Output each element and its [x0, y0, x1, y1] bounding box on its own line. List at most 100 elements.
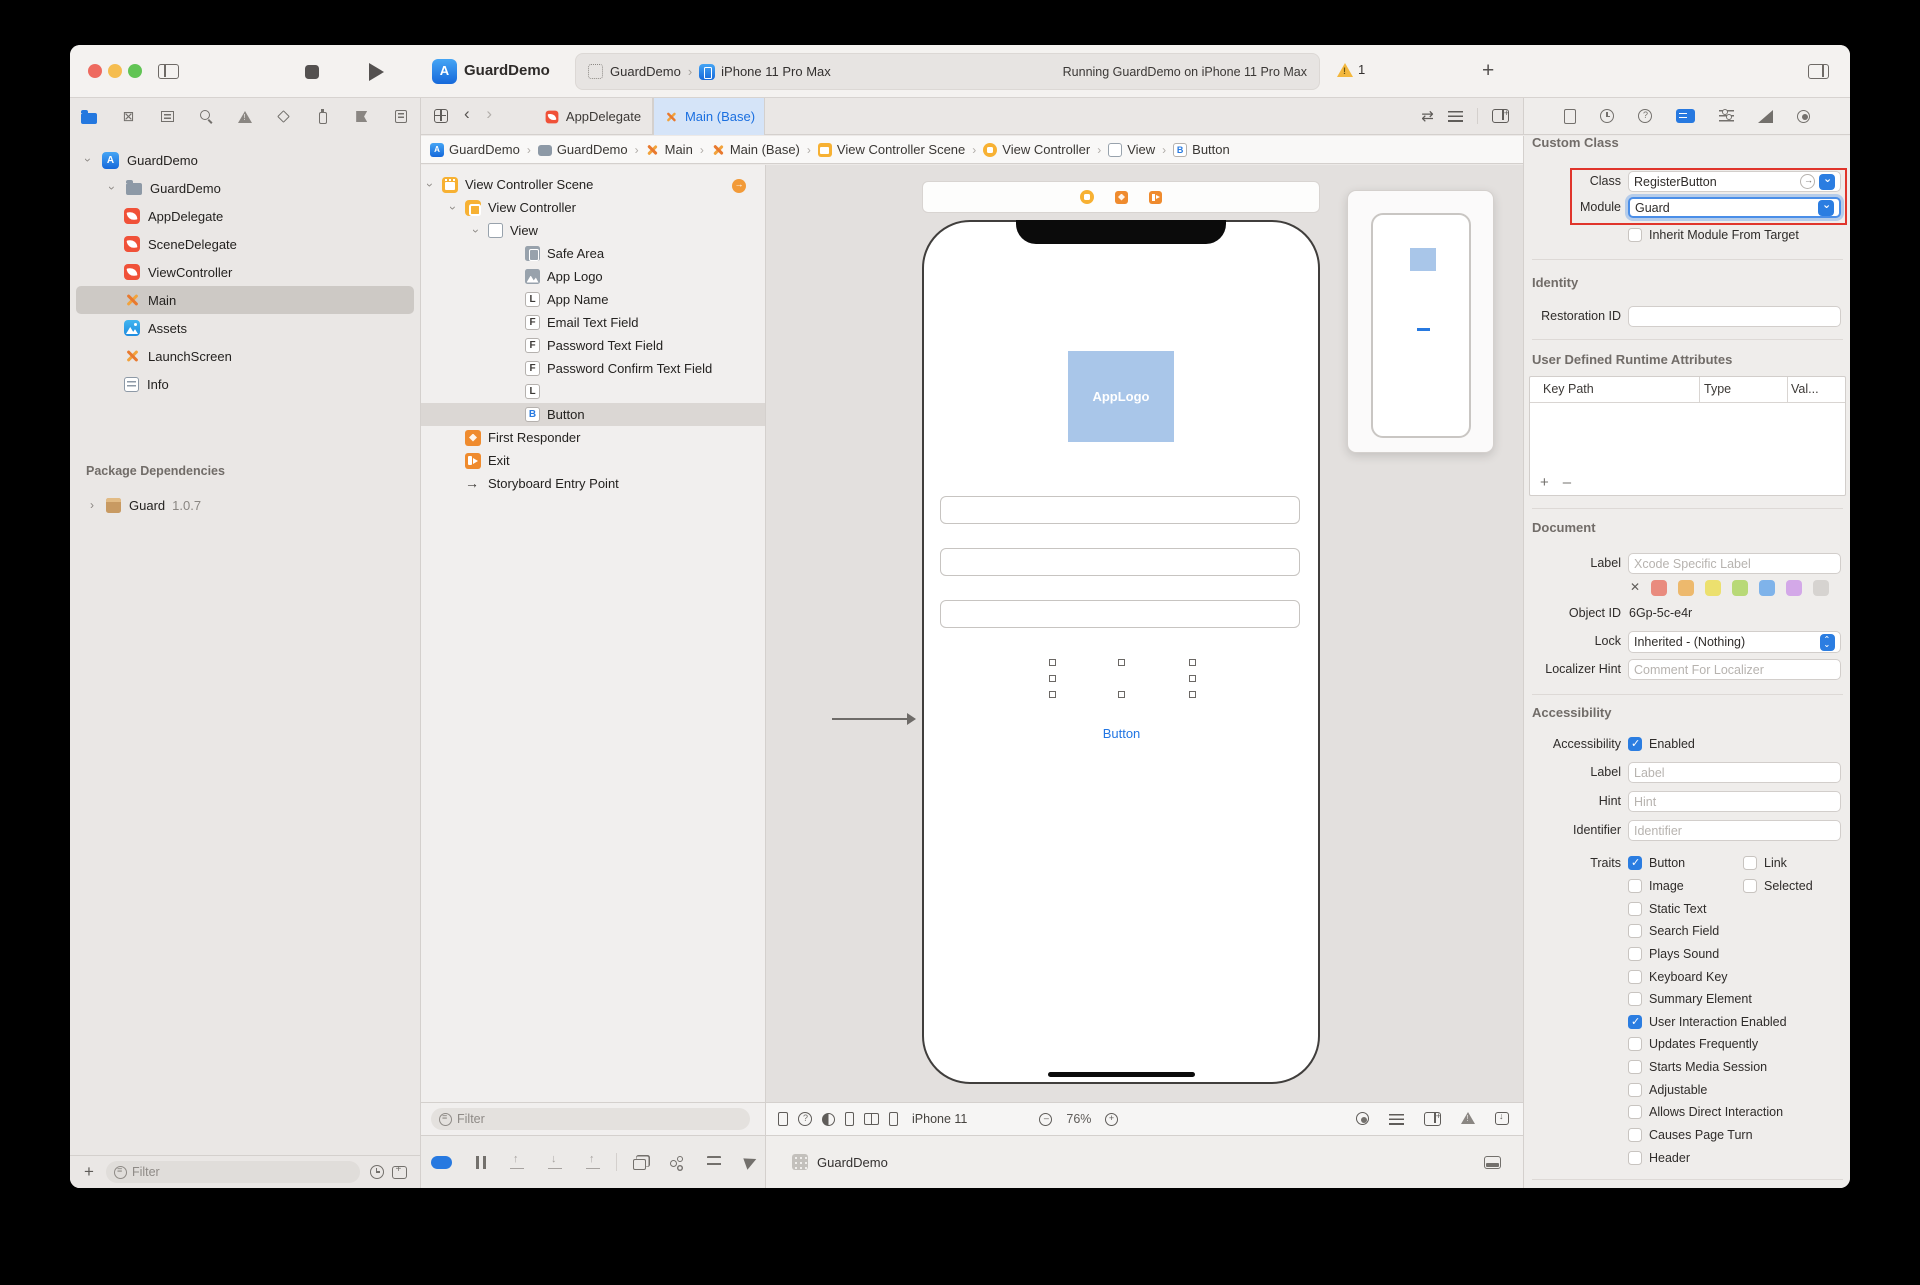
acc-identifier-input[interactable]	[1634, 824, 1835, 838]
trait-checkbox[interactable]	[1628, 856, 1642, 870]
canvas-minimap[interactable]	[1347, 190, 1494, 453]
scheme-project[interactable]: GuardDemo	[610, 64, 681, 79]
disclosure-chevron-icon[interactable]	[451, 201, 465, 215]
register-button[interactable]: Button	[1054, 726, 1189, 741]
project-tree-row[interactable]: LaunchScreen	[70, 342, 420, 370]
disclosure-chevron-icon[interactable]	[86, 153, 102, 167]
module-field[interactable]	[1628, 197, 1841, 218]
project-tree-row[interactable]: AppDelegate	[70, 202, 420, 230]
trait-checkbox[interactable]	[1628, 947, 1642, 961]
color-swatch-orange[interactable]	[1678, 580, 1694, 596]
disclosure-chevron-icon[interactable]	[428, 178, 442, 192]
file-inspector-icon[interactable]	[1564, 109, 1576, 124]
storyboard-canvas[interactable]: AppLogo Button	[765, 165, 1523, 1102]
variants-icon[interactable]	[707, 1156, 721, 1168]
forward-button[interactable]: ›	[486, 104, 492, 123]
update-frames-icon[interactable]	[1356, 1112, 1369, 1125]
toggle-inspector-icon[interactable]	[1808, 64, 1829, 79]
scheme-selector[interactable]: GuardDemo › iPhone 11 Pro Max Running Gu…	[575, 53, 1320, 90]
clear-color-button[interactable]: ✕	[1630, 580, 1640, 594]
warning-badge[interactable]: 1	[1337, 62, 1365, 77]
quick-help-inspector-icon[interactable]	[1638, 109, 1652, 123]
trait-checkbox[interactable]	[1628, 1015, 1642, 1029]
device-icon[interactable]	[889, 1112, 898, 1126]
adjust-editor-icon[interactable]	[1448, 111, 1463, 122]
lock-dropdown[interactable]: Inherited - (Nothing)	[1628, 631, 1841, 653]
hide-outline-icon[interactable]	[778, 1112, 788, 1126]
filter-scope-icon[interactable]	[392, 1166, 407, 1179]
recent-files-icon[interactable]	[370, 1165, 384, 1179]
identity-inspector-icon[interactable]	[1676, 109, 1695, 123]
orientation-icon[interactable]	[845, 1112, 854, 1126]
acc-label-field[interactable]	[1628, 762, 1841, 783]
outline-row[interactable]: Exit	[420, 449, 765, 472]
outline-row[interactable]	[420, 380, 765, 403]
breakpoint-navigator-icon[interactable]	[342, 102, 381, 132]
zoom-window-button[interactable]	[128, 64, 142, 78]
outline-row[interactable]: Button	[420, 403, 765, 426]
test-navigator-icon[interactable]	[264, 102, 303, 132]
accessibility-preview-icon[interactable]	[798, 1112, 812, 1126]
tray-up2-icon[interactable]	[586, 1156, 600, 1169]
inherit-module-checkbox[interactable]	[1628, 228, 1642, 242]
device-preview[interactable]: AppLogo Button	[922, 220, 1320, 1084]
trait-checkbox[interactable]	[1743, 879, 1757, 893]
breadcrumb-item[interactable]: GuardDemo ›	[538, 142, 646, 157]
tab-appdelegate[interactable]: AppDelegate	[533, 98, 653, 135]
disclosure-chevron-icon[interactable]	[474, 224, 488, 238]
tray-up-icon[interactable]	[510, 1156, 524, 1169]
breadcrumb-item[interactable]: Main ›	[646, 142, 711, 157]
debug-app-name[interactable]: GuardDemo	[817, 1155, 888, 1170]
close-window-button[interactable]	[88, 64, 102, 78]
trait-checkbox[interactable]	[1628, 879, 1642, 893]
outline-row[interactable]: Storyboard Entry Point	[420, 472, 765, 495]
outline-row[interactable]: View Controller Scene	[420, 173, 765, 196]
project-tree-row[interactable]: ViewController	[70, 258, 420, 286]
source-control-navigator-icon[interactable]: ⊠	[109, 102, 148, 132]
trait-checkbox[interactable]	[1628, 992, 1642, 1006]
localizer-input[interactable]	[1634, 663, 1835, 677]
swap-editor-icon[interactable]: ⇄	[1421, 107, 1434, 125]
trait-checkbox[interactable]	[1628, 1151, 1642, 1165]
breadcrumb-item[interactable]: View ›	[1108, 142, 1173, 157]
module-input[interactable]	[1635, 201, 1818, 215]
class-dropdown-icon[interactable]	[1819, 174, 1835, 190]
udra-remove-button[interactable]: –	[1563, 474, 1571, 491]
trait-checkbox[interactable]	[1628, 970, 1642, 984]
align-icon[interactable]	[1389, 1114, 1404, 1125]
outline-row[interactable]: View	[420, 219, 765, 242]
acc-hint-input[interactable]	[1634, 795, 1835, 809]
restoration-id-input[interactable]	[1634, 310, 1835, 324]
add-file-button[interactable]: +	[84, 1162, 94, 1182]
module-dropdown-icon[interactable]	[1818, 200, 1834, 216]
find-navigator-icon[interactable]	[187, 102, 226, 132]
editor-grid-icon[interactable]	[434, 109, 448, 123]
selection-handle[interactable]	[1049, 691, 1056, 698]
selection-handle[interactable]	[1118, 659, 1125, 666]
outline-row[interactable]: Password Confirm Text Field	[420, 357, 765, 380]
library-add-button[interactable]: +	[1482, 59, 1494, 83]
lock-stepper-icon[interactable]	[1820, 634, 1835, 651]
goto-scene-icon[interactable]	[732, 179, 746, 193]
breadcrumb-item[interactable]: Button ›	[1173, 142, 1230, 157]
outline-row[interactable]: Safe Area	[420, 242, 765, 265]
project-navigator-icon[interactable]	[70, 102, 109, 132]
color-swatch-yellow[interactable]	[1705, 580, 1721, 596]
acc-hint-field[interactable]	[1628, 791, 1841, 812]
outline-row[interactable]: App Logo	[420, 265, 765, 288]
toggle-navigator-icon[interactable]	[158, 64, 179, 79]
acc-label-input[interactable]	[1634, 766, 1835, 780]
trait-checkbox[interactable]	[1628, 1105, 1642, 1119]
password-confirm-text-field[interactable]	[940, 600, 1300, 628]
outline-row[interactable]: View Controller	[420, 196, 765, 219]
acc-identifier-field[interactable]	[1628, 820, 1841, 841]
udra-add-button[interactable]: +	[1540, 474, 1549, 491]
navigator-filter-input[interactable]: Filter	[106, 1161, 360, 1183]
size-inspector-icon[interactable]	[1758, 110, 1773, 123]
selection-handle[interactable]	[1189, 675, 1196, 682]
run-button[interactable]	[369, 63, 384, 81]
disclosure-chevron-icon[interactable]	[110, 181, 126, 195]
report-navigator-icon[interactable]	[381, 102, 420, 132]
outline-divider[interactable]	[765, 165, 766, 1188]
connections-inspector-icon[interactable]	[1797, 110, 1810, 123]
